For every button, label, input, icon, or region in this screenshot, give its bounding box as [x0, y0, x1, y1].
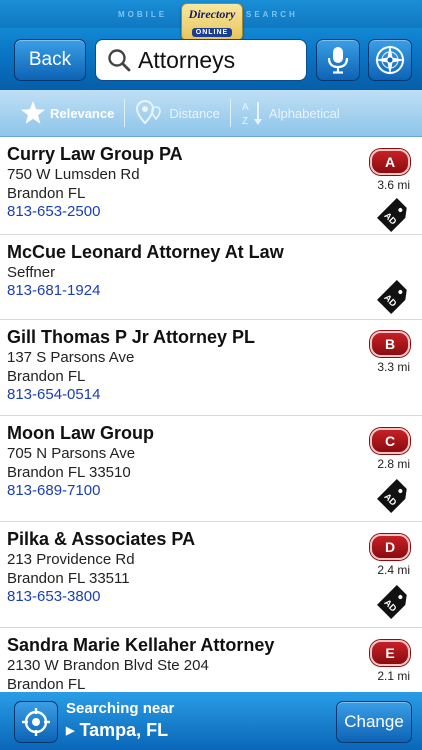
list-item[interactable]: Gill Thomas P Jr Attorney PL 137 S Parso… — [0, 320, 422, 416]
listing-city: Brandon FL — [7, 185, 86, 202]
sort-relevance-label: Relevance — [50, 105, 115, 121]
sort-relevance-tab[interactable]: Relevance — [20, 90, 114, 136]
listing-phone[interactable]: 813-689-7100 — [7, 482, 100, 499]
listing-phone[interactable]: 813-653-3800 — [7, 588, 100, 605]
location-text: Tampa, FL — [79, 720, 169, 740]
tagline-left: MOBILE — [118, 10, 168, 19]
logo-subtitle: ONLINE — [191, 28, 233, 37]
star-icon — [21, 101, 45, 124]
list-item[interactable]: Sandra Marie Kellaher Attorney 2130 W Br… — [0, 628, 422, 692]
listing-city: Brandon FL 33511 — [7, 570, 130, 587]
listing-phone[interactable]: 813-654-0514 — [7, 386, 100, 403]
listing-distance: 3.6 mi — [377, 178, 410, 192]
map-marker-badge: E — [370, 640, 410, 666]
sort-distance-label: Distance — [169, 105, 220, 121]
ad-tag-icon[interactable]: AD — [376, 478, 412, 514]
location-bar: Searching near ▶ Tampa, FL Change — [0, 692, 422, 750]
ad-tag-icon[interactable]: AD — [376, 584, 412, 620]
searching-near-label: Searching near — [66, 700, 175, 717]
map-pin-icon — [136, 99, 162, 125]
listing-city: Brandon FL — [7, 676, 86, 692]
compass-button[interactable] — [368, 39, 412, 81]
sort-divider — [124, 99, 126, 127]
listing-name: Sandra Marie Kellaher Attorney — [7, 635, 275, 655]
list-item[interactable]: Moon Law Group 705 N Parsons Ave Brandon… — [0, 416, 422, 522]
search-icon — [108, 49, 131, 72]
voice-search-button[interactable] — [316, 39, 360, 81]
listing-name: Gill Thomas P Jr Attorney PL — [7, 327, 256, 347]
map-marker-badge: C — [370, 428, 410, 454]
list-item[interactable]: Curry Law Group PA 750 W Lumsden Rd Bran… — [0, 137, 422, 235]
listing-address: 213 Providence Rd — [7, 551, 135, 568]
back-button[interactable]: Back — [14, 39, 86, 81]
map-marker-badge: B — [370, 331, 410, 357]
listing-city: Brandon FL — [7, 368, 86, 385]
listing-name: McCue Leonard Attorney At Law — [7, 242, 284, 262]
searching-near-location: ▶ Tampa, FL — [66, 720, 168, 741]
listing-address: 705 N Parsons Ave — [7, 445, 136, 462]
results-list[interactable]: Curry Law Group PA 750 W Lumsden Rd Bran… — [0, 137, 422, 692]
listing-address: 750 W Lumsden Rd — [7, 166, 140, 183]
alphabetical-sort-icon: A Z — [242, 102, 262, 127]
listing-phone[interactable]: 813-681-1924 — [7, 282, 100, 299]
list-item[interactable]: McCue Leonard Attorney At Law Seffner 81… — [0, 235, 422, 320]
sort-alphabetical-label: Alphabetical — [268, 105, 340, 121]
logo-title: Directory — [188, 7, 236, 21]
listing-address: 137 S Parsons Ave — [7, 349, 135, 366]
app-logo: Directory ONLINE directoryonline.com — [181, 3, 243, 44]
change-location-button[interactable]: Change — [336, 701, 412, 743]
current-location-button[interactable] — [14, 701, 58, 743]
listing-name: Curry Law Group PA — [7, 144, 183, 164]
ad-tag-icon[interactable]: AD — [376, 197, 412, 233]
sort-bar: Relevance Distance A Z Alphabetical — [0, 90, 422, 137]
map-marker-badge: D — [370, 534, 410, 560]
listing-name: Pilka & Associates PA — [7, 529, 196, 549]
listing-city: Brandon FL 33510 — [7, 464, 131, 481]
listing-distance: 2.1 mi — [377, 669, 410, 683]
search-value: Attorneys — [138, 46, 236, 73]
listing-distance: 2.8 mi — [377, 457, 410, 471]
sort-distance-tab[interactable]: Distance — [135, 90, 220, 136]
tagline-right: SEARCH — [246, 10, 298, 19]
listing-name: Moon Law Group — [7, 423, 154, 443]
sort-alphabetical-tab[interactable]: A Z Alphabetical — [241, 90, 340, 136]
listing-distance: 2.4 mi — [377, 563, 410, 577]
sort-divider — [229, 99, 231, 127]
microphone-icon — [327, 47, 349, 74]
compass-icon — [375, 45, 405, 75]
crosshair-icon — [22, 708, 50, 736]
list-item[interactable]: Pilka & Associates PA 213 Providence Rd … — [0, 522, 422, 628]
svg-text:Z: Z — [242, 116, 248, 127]
play-arrow-icon: ▶ — [66, 725, 75, 737]
listing-distance: 3.3 mi — [377, 360, 410, 374]
ad-tag-icon[interactable]: AD — [376, 279, 412, 315]
svg-text:A: A — [242, 102, 249, 113]
app-header: MOBILE SEARCH Directory ONLINE directory… — [0, 0, 422, 90]
search-input[interactable]: Attorneys — [95, 39, 307, 81]
listing-phone[interactable]: 813-653-2500 — [7, 203, 100, 220]
map-marker-badge: A — [370, 149, 410, 175]
listing-city: Seffner — [7, 264, 56, 281]
listing-address: 2130 W Brandon Blvd Ste 204 — [7, 657, 209, 674]
